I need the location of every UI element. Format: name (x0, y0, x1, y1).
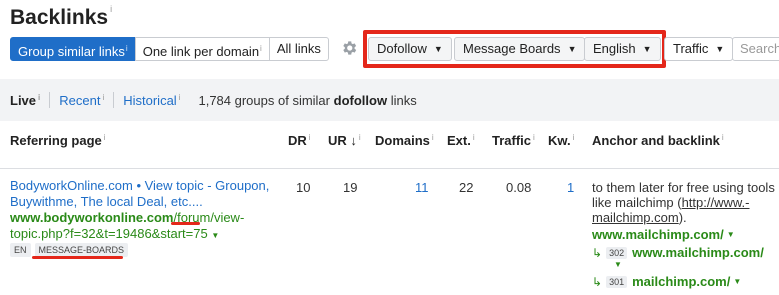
redirect-chevron[interactable]: ▼ (592, 260, 622, 269)
header-divider (0, 168, 779, 169)
info-icon: i (572, 133, 575, 142)
column-ext[interactable]: Ext. i (447, 133, 475, 148)
redirect-code-badge: 301 (606, 275, 628, 288)
cell-traffic: 0.08 (506, 180, 532, 195)
info-icon: i (533, 133, 535, 142)
chevron-down-icon[interactable]: ▼ (727, 230, 735, 239)
column-dr[interactable]: DR i (288, 133, 311, 148)
backlink-url[interactable]: www.mailchimp.com/▼ (592, 227, 735, 242)
tab-historical[interactable]: Historical i (123, 93, 180, 108)
info-icon: i (472, 133, 475, 142)
result-count: 1,784 groups of similar dofollow links (198, 92, 417, 108)
cell-domains[interactable]: 11 (415, 180, 429, 195)
language-tag: EN (10, 243, 31, 257)
info-icon: i (178, 92, 181, 102)
category-tag: MESSAGE-BOARDS (34, 243, 129, 257)
column-ur[interactable]: UR ↓ i (328, 133, 361, 148)
all-links-button[interactable]: All links (268, 37, 329, 61)
chevron-down-icon[interactable]: ▼ (211, 231, 219, 240)
info-icon: i (358, 133, 361, 142)
grouping-segmented-control: Group similar linksi One link per domain… (10, 37, 329, 61)
cell-ur: 19 (343, 180, 358, 195)
chevron-down-icon: ▼ (715, 44, 725, 54)
tab-live[interactable]: Live i (10, 93, 40, 108)
info-icon: i (102, 92, 105, 102)
info-icon: i (431, 133, 434, 142)
anchor-text: to them later for free using tools like … (592, 180, 775, 225)
referring-page-title-link[interactable]: BodyworkOnline.com • View topic - Groupo… (10, 178, 272, 210)
redirect-row[interactable]: ↳ 301 mailchimp.com/▼ (592, 274, 741, 289)
sort-desc-icon: ↓ (350, 133, 357, 148)
column-traffic[interactable]: Traffic i (492, 133, 535, 148)
tabs-row: Live i Recent i Historical i 1,784 groups o… (10, 92, 417, 108)
referring-page-url-link[interactable]: www.bodyworkonline.com/forum/view-topic.… (10, 210, 272, 244)
gear-icon[interactable] (340, 39, 358, 57)
group-similar-links-button[interactable]: Group similar linksi (10, 37, 136, 61)
divider (49, 92, 51, 108)
page-title: Backlinks i (10, 4, 113, 29)
info-icon: i (110, 4, 113, 14)
redirect-arrow-icon: ↳ (592, 245, 603, 260)
traffic-dropdown[interactable]: Traffic ▼ (664, 37, 734, 61)
info-icon: i (308, 133, 311, 142)
info-icon: i (125, 44, 128, 53)
column-anchor[interactable]: Anchor and backlink i (592, 133, 724, 148)
filter-highlight-box (363, 30, 666, 68)
table-row: BodyworkOnline.com • View topic - Groupo… (10, 178, 272, 244)
highlight-underline (171, 222, 200, 225)
redirect-code-badge: 302 (606, 246, 628, 259)
highlight-underline (32, 256, 123, 259)
cell-dr: 10 (296, 180, 311, 195)
chevron-down-icon[interactable]: ▼ (614, 260, 622, 269)
info-icon: i (103, 133, 106, 142)
redirect-arrow-icon: ↳ (592, 274, 603, 289)
tags: EN MESSAGE-BOARDS (10, 243, 129, 257)
info-icon: i (260, 44, 262, 53)
one-link-per-domain-button[interactable]: One link per domaini (134, 37, 270, 61)
column-referring-page[interactable]: Referring page i (10, 133, 106, 148)
cell-kw[interactable]: 1 (567, 180, 574, 195)
divider (113, 92, 115, 108)
chevron-down-icon[interactable]: ▼ (733, 277, 741, 286)
redirect-row[interactable]: ↳ 302 www.mailchimp.com/ (592, 245, 764, 260)
cell-ext: 22 (459, 180, 474, 195)
info-icon: i (38, 92, 41, 102)
info-icon: i (721, 133, 724, 142)
search-input[interactable]: Search (732, 37, 779, 61)
tab-recent[interactable]: Recent i (59, 93, 104, 108)
column-domains[interactable]: Domains i (375, 133, 434, 148)
column-kw[interactable]: Kw. i (548, 133, 574, 148)
